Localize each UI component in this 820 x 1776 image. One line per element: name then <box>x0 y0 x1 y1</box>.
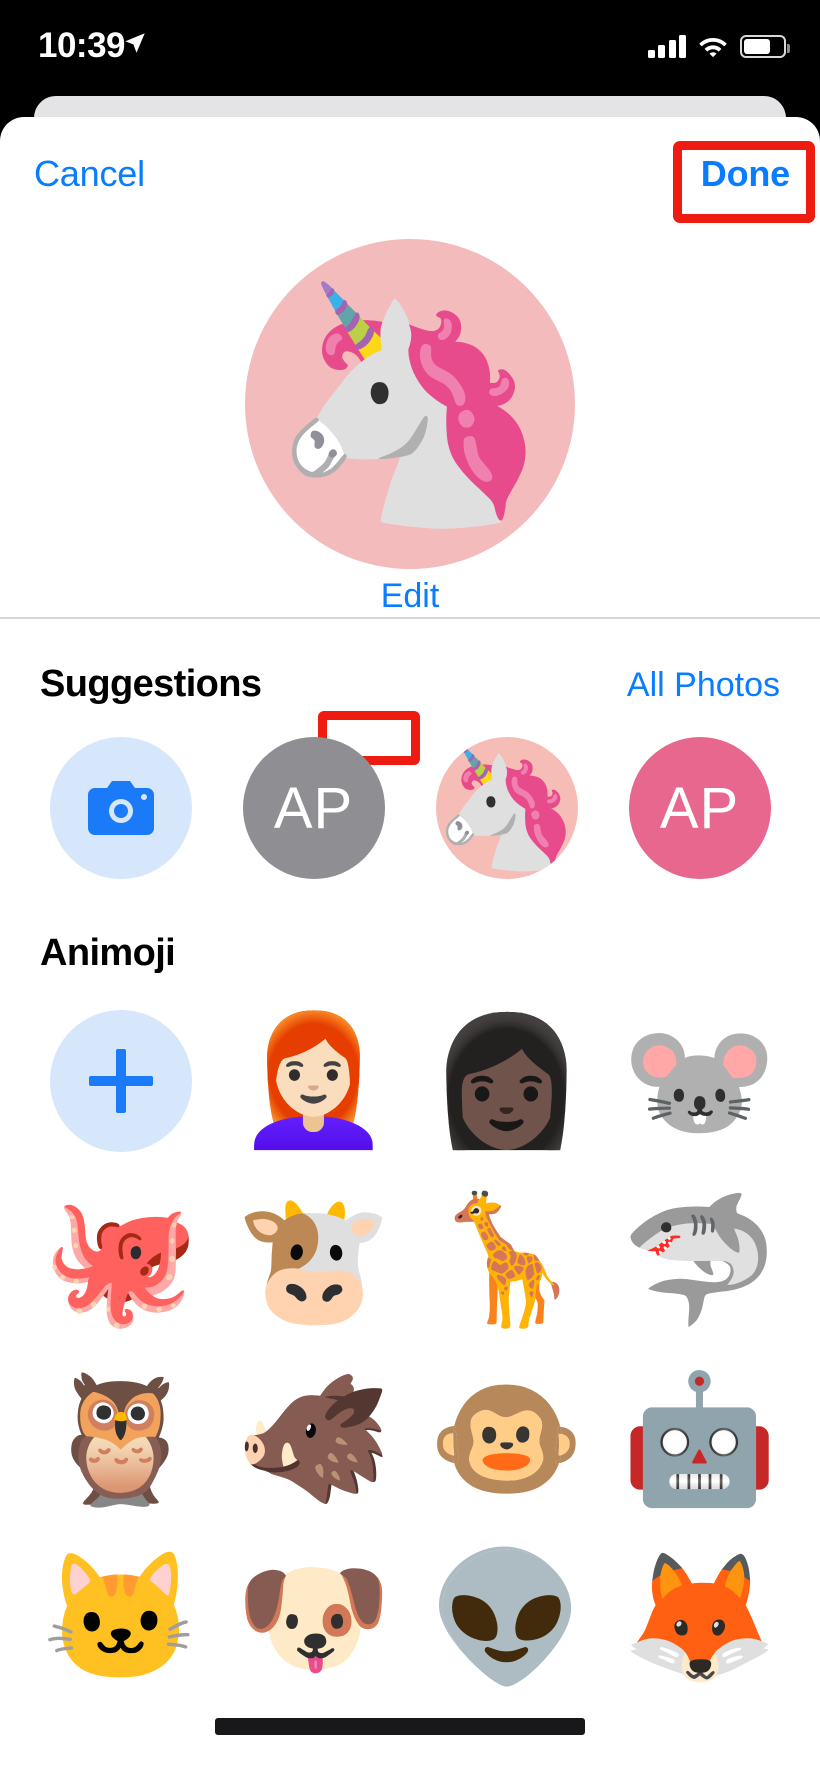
suggestions-grid: AP 🦄 AP <box>0 706 820 888</box>
signal-bars-icon <box>647 34 686 58</box>
alien-animoji-icon: 👽 <box>428 1546 585 1688</box>
cancel-button[interactable]: Cancel <box>34 153 145 195</box>
status-bar-indicators <box>647 28 790 58</box>
unicorn-photo-option-icon: 🦄 <box>435 742 578 874</box>
memoji-glasses-bun[interactable]: 👩🏻‍🦰 <box>235 1010 392 1152</box>
edit-profile-picture-sheet: Cancel Done 🦄 Edit Suggestions All Photo… <box>0 117 820 1776</box>
grid-cell: 🦄 <box>410 728 603 888</box>
grid-cell: 🦒 <box>410 1176 603 1343</box>
edit-button[interactable]: Edit <box>381 577 440 616</box>
shark-animoji-icon: 🦈 <box>621 1188 778 1330</box>
mouse-animoji-icon: 🐭 <box>621 1009 778 1151</box>
camera-option[interactable] <box>49 737 192 879</box>
boar-animoji[interactable]: 🐗 <box>235 1368 392 1510</box>
grid-cell: 🐶 <box>217 1534 410 1701</box>
octopus-animoji[interactable]: 🐙 <box>42 1189 199 1331</box>
grid-cell: AP <box>603 728 796 888</box>
sheet-navigation-bar: Cancel Done <box>0 117 820 223</box>
add-animoji[interactable] <box>49 1009 192 1152</box>
all-photos-button[interactable]: All Photos <box>627 666 780 705</box>
boar-animoji-icon: 🐗 <box>235 1367 392 1509</box>
cat-animoji-icon: 🐱 <box>42 1546 199 1688</box>
initials-label: AP <box>659 775 740 841</box>
octopus-animoji-icon: 🐙 <box>42 1188 199 1330</box>
cow-animoji[interactable]: 🐮 <box>235 1189 392 1331</box>
grid-cell: 🐗 <box>217 1355 410 1522</box>
dog-animoji[interactable]: 🐶 <box>235 1547 392 1689</box>
memoji-glasses-bun-icon: 👩🏻‍🦰 <box>235 1009 392 1151</box>
grid-cell: 🐭 <box>603 997 796 1164</box>
cow-animoji-icon: 🐮 <box>235 1188 392 1330</box>
plus-icon <box>88 1048 153 1113</box>
cat-animoji[interactable]: 🐱 <box>42 1547 199 1689</box>
gesture-overlay-bar <box>215 1718 585 1735</box>
location-arrow-icon <box>125 33 145 53</box>
grid-cell: 🐵 <box>410 1355 603 1522</box>
grid-cell: 👩🏻‍🦰 <box>217 997 410 1164</box>
avatar[interactable]: 🦄 <box>245 239 575 569</box>
initials-label: AP <box>273 775 354 841</box>
owl-animoji-icon: 🦉 <box>42 1367 199 1509</box>
grid-cell: 👽 <box>410 1534 603 1701</box>
giraffe-animoji[interactable]: 🦒 <box>428 1189 585 1331</box>
giraffe-animoji-icon: 🦒 <box>428 1188 585 1330</box>
shark-animoji[interactable]: 🦈 <box>621 1189 778 1331</box>
monkey-animoji[interactable]: 🐵 <box>428 1368 585 1510</box>
mouse-animoji[interactable]: 🐭 <box>621 1010 778 1152</box>
grid-cell <box>24 728 217 888</box>
grid-cell: 🦉 <box>24 1355 217 1522</box>
alien-animoji[interactable]: 👽 <box>428 1547 585 1689</box>
initials-pink-option[interactable]: AP <box>628 737 771 879</box>
grid-cell: 🦈 <box>603 1176 796 1343</box>
status-bar: 10:39 <box>0 0 820 92</box>
animoji-grid: 👩🏻‍🦰 👩🏿 🐭 🐙 🐮 🦒 🦈 🦉 🐗 🐵 🤖 🐱 🐶 👽 🦊 <box>0 975 820 1701</box>
suggestions-title: Suggestions <box>40 663 262 705</box>
fox-animoji[interactable]: 🦊 <box>621 1547 778 1689</box>
grid-cell: AP <box>217 728 410 888</box>
monkey-animoji-icon: 🐵 <box>428 1367 585 1509</box>
owl-animoji[interactable]: 🦉 <box>42 1368 199 1510</box>
battery-icon <box>740 35 790 58</box>
grid-cell: 🐮 <box>217 1176 410 1343</box>
done-button[interactable]: Done <box>701 153 790 195</box>
animoji-title: Animoji <box>40 932 176 974</box>
unicorn-animoji-icon: 🦄 <box>266 275 554 532</box>
avatar-preview-area: 🦄 Edit <box>0 217 820 765</box>
dog-animoji-icon: 🐶 <box>235 1546 392 1688</box>
grid-cell <box>24 997 217 1164</box>
grid-cell: 🤖 <box>603 1355 796 1522</box>
grid-cell: 🐙 <box>24 1176 217 1343</box>
robot-animoji-icon: 🤖 <box>621 1367 778 1509</box>
suggestions-header: Suggestions All Photos <box>0 619 820 706</box>
grid-cell: 🦊 <box>603 1534 796 1701</box>
grid-cell: 🐱 <box>24 1534 217 1701</box>
camera-icon <box>87 781 154 835</box>
edit-row: Edit <box>0 577 820 616</box>
memoji-hat-braids[interactable]: 👩🏿 <box>428 1010 585 1152</box>
memoji-hat-braids-icon: 👩🏿 <box>428 1009 585 1151</box>
status-bar-time: 10:39 <box>38 26 126 65</box>
robot-animoji[interactable]: 🤖 <box>621 1368 778 1510</box>
grid-cell: 👩🏿 <box>410 997 603 1164</box>
animoji-header: Animoji <box>0 888 820 975</box>
initials-grey-option[interactable]: AP <box>242 737 385 879</box>
wifi-icon <box>699 38 727 58</box>
fox-animoji-icon: 🦊 <box>621 1546 778 1688</box>
phone-screen: 10:39 Cancel Done 🦄 Edit Suggestions All… <box>0 0 820 1776</box>
unicorn-photo-option[interactable]: 🦄 <box>435 737 578 879</box>
